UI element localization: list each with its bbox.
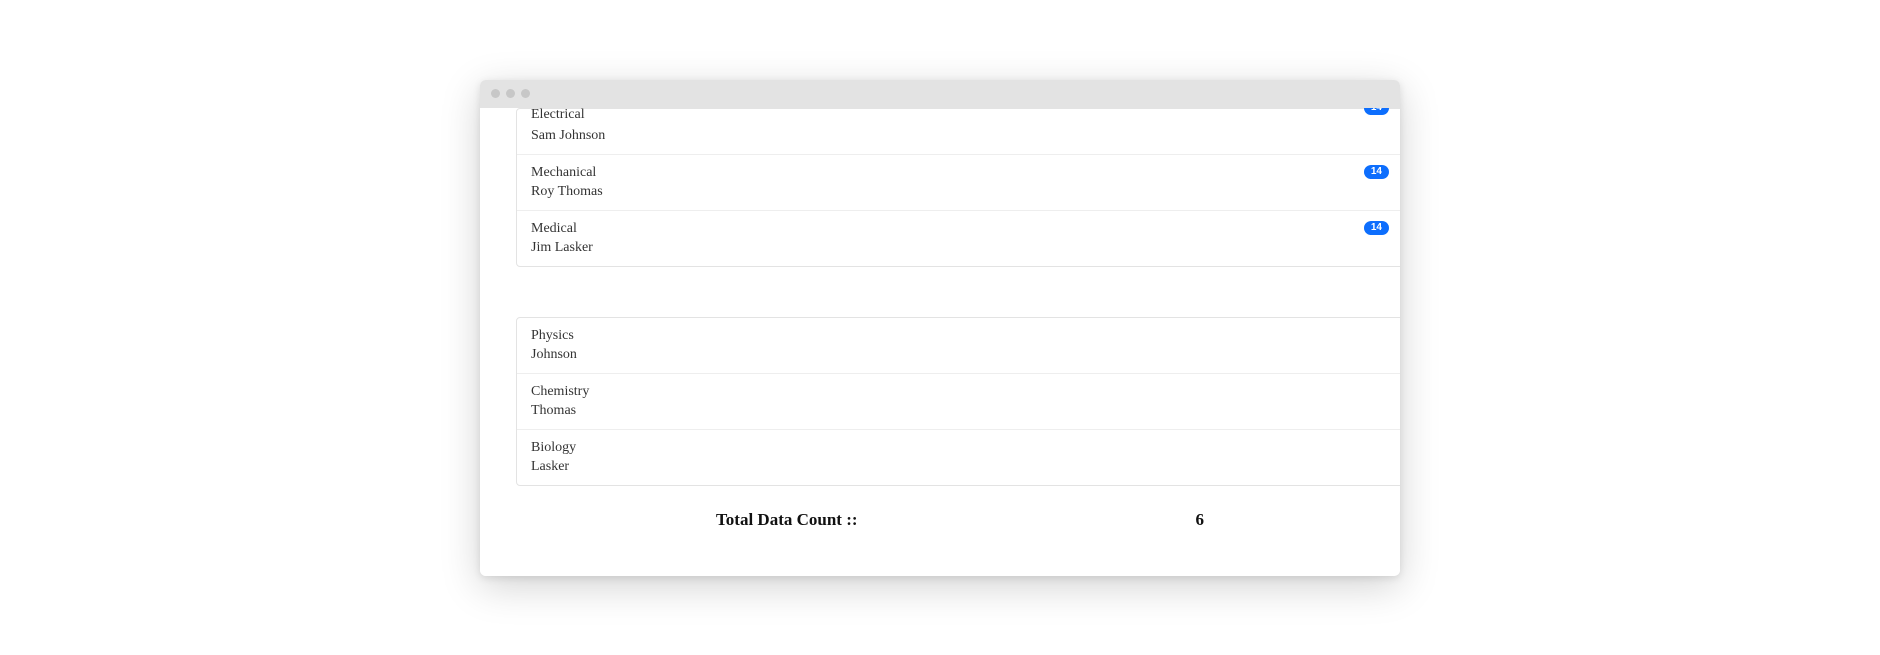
list-item-text: Electrical Sam Johnson — [531, 109, 605, 144]
list-item-title: Chemistry — [531, 384, 589, 400]
count-badge: 14 — [1364, 165, 1389, 179]
scroll-area[interactable]: Electrical Sam Johnson 14 Mechanical Roy… — [480, 108, 1400, 576]
list-item-title: Mechanical — [531, 165, 603, 181]
traffic-zoom-icon[interactable] — [521, 89, 530, 98]
panel-departments: Electrical Sam Johnson 14 Mechanical Roy… — [516, 108, 1400, 267]
list-item[interactable]: Chemistry Thomas — [517, 374, 1400, 430]
list-item-subtitle: Johnson — [531, 347, 577, 363]
list-item-text: Mechanical Roy Thomas — [531, 165, 603, 200]
list-item[interactable]: Physics Johnson — [517, 318, 1400, 374]
browser-titlebar — [480, 80, 1400, 108]
list-item-subtitle: Lasker — [531, 459, 576, 475]
list-item-text: Medical Jim Lasker — [531, 221, 593, 256]
list-item-text: Biology Lasker — [531, 440, 576, 475]
list-item[interactable]: Medical Jim Lasker 14 — [517, 211, 1400, 266]
summary-value: 6 — [1196, 510, 1205, 530]
list-item[interactable]: Electrical Sam Johnson 14 — [517, 109, 1400, 155]
list-item[interactable]: Mechanical Roy Thomas 14 — [517, 155, 1400, 211]
traffic-close-icon[interactable] — [491, 89, 500, 98]
panel-subjects: Physics Johnson Chemistry Thomas Biology — [516, 317, 1400, 486]
list-item-title: Physics — [531, 328, 577, 344]
list-item-title: Medical — [531, 221, 593, 237]
count-badge: 14 — [1364, 108, 1389, 115]
list-item-subtitle: Thomas — [531, 403, 589, 419]
count-badge: 14 — [1364, 221, 1389, 235]
summary-label: Total Data Count :: — [716, 510, 858, 530]
list-item-subtitle: Sam Johnson — [531, 128, 605, 144]
list-item[interactable]: Biology Lasker — [517, 430, 1400, 485]
list-item-text: Physics Johnson — [531, 328, 577, 363]
list-item-subtitle: Jim Lasker — [531, 240, 593, 256]
traffic-minimize-icon[interactable] — [506, 89, 515, 98]
summary-row: Total Data Count :: 6 — [516, 510, 1400, 538]
list-item-title: Electrical — [531, 108, 605, 123]
list-item-subtitle: Roy Thomas — [531, 184, 603, 200]
page-content: Electrical Sam Johnson 14 Mechanical Roy… — [480, 108, 1400, 558]
list-item-text: Chemistry Thomas — [531, 384, 589, 419]
list-item-title: Biology — [531, 440, 576, 456]
viewport: Electrical Sam Johnson 14 Mechanical Roy… — [480, 108, 1400, 576]
browser-window: Electrical Sam Johnson 14 Mechanical Roy… — [480, 80, 1400, 576]
